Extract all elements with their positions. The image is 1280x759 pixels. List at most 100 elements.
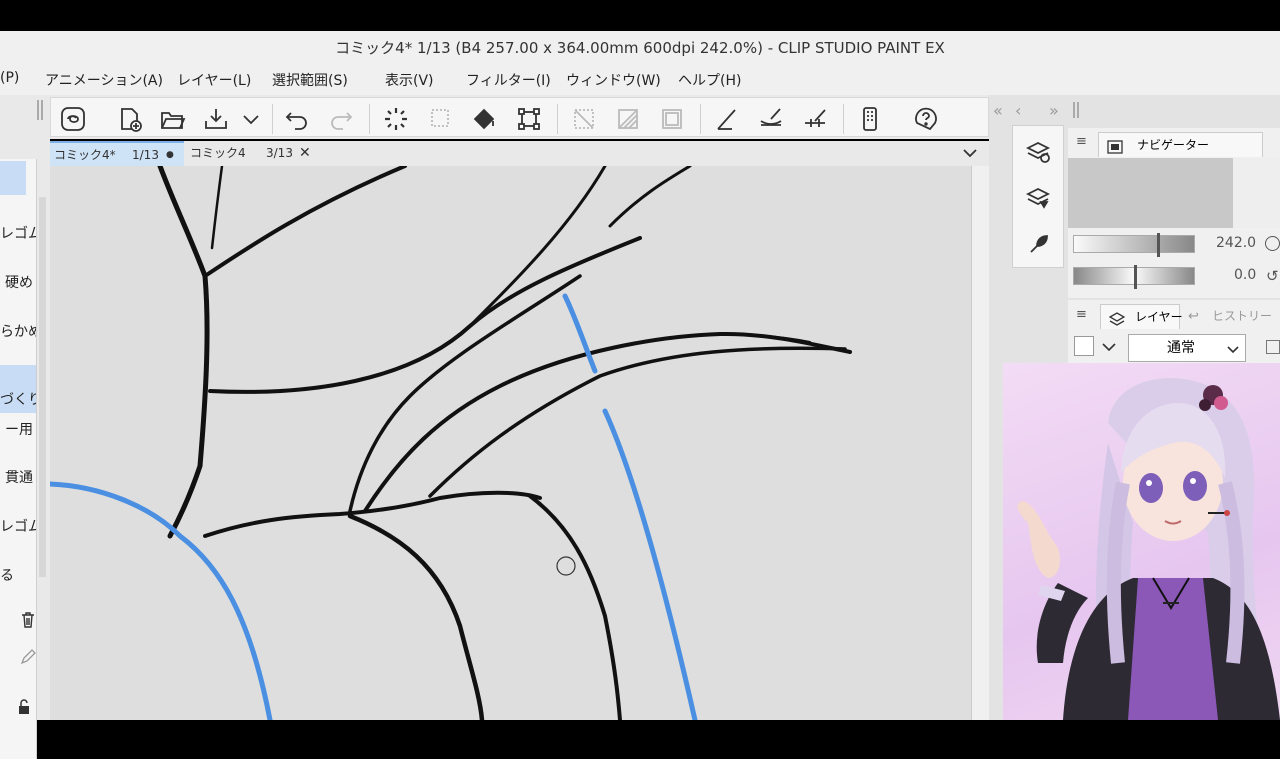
- close-tab-icon[interactable]: ✕: [299, 141, 311, 166]
- fill-icon[interactable]: [471, 105, 499, 133]
- ruler-icon[interactable]: [801, 105, 829, 133]
- frame-icon[interactable]: [658, 105, 686, 133]
- zoom-value[interactable]: 242.0: [1216, 235, 1256, 251]
- unsaved-dot-icon: ●: [166, 150, 174, 160]
- new-file-icon[interactable]: [116, 105, 144, 133]
- menu-item-selection[interactable]: 選択範囲(S): [272, 70, 348, 90]
- menu-item-layer[interactable]: レイヤー(L): [177, 70, 251, 90]
- navigator-icon: [1107, 138, 1123, 154]
- layer-option-icon[interactable]: [1266, 340, 1280, 354]
- zoom-slider[interactable]: [1073, 233, 1195, 257]
- clip-studio-icon[interactable]: [59, 105, 87, 133]
- transform-icon[interactable]: [515, 105, 543, 133]
- loading-icon[interactable]: [382, 105, 410, 133]
- blend-mode-value: 通常: [1167, 340, 1195, 356]
- menu-item-filter[interactable]: フィルター(I): [466, 70, 551, 90]
- canvas-artwork: [50, 166, 852, 720]
- layer-panel: ≡ レイヤー ↩ ヒストリー 通常: [1068, 300, 1280, 370]
- open-folder-icon[interactable]: [158, 105, 186, 133]
- toolbar-separator: [557, 104, 558, 134]
- tab-navigator[interactable]: ナビゲーター: [1098, 132, 1263, 157]
- color-swatch[interactable]: [1074, 336, 1094, 356]
- tab-layer[interactable]: レイヤー: [1100, 304, 1183, 329]
- window-title: コミック4* 1/13 (B4 257.00 x 364.00mm 600dpi…: [0, 31, 1280, 65]
- undo-icon[interactable]: [283, 105, 311, 133]
- zoom-slider-thumb[interactable]: [1156, 233, 1160, 257]
- subtool-panel: レゴム 硬め らかめ づくり ー用 貫通 レゴム る: [0, 139, 50, 759]
- toolbar-separator: [700, 104, 701, 134]
- subtool-item[interactable]: 貫通: [0, 465, 36, 491]
- layer-search-icon[interactable]: [1025, 184, 1053, 212]
- menu-item-help[interactable]: ヘルプ(H): [678, 70, 741, 90]
- rotation-value[interactable]: 0.0: [1234, 267, 1256, 283]
- menu-item-paint[interactable]: (P): [0, 70, 19, 86]
- tab-name: コミック4: [190, 146, 246, 160]
- subtool-item[interactable]: る: [0, 563, 36, 589]
- device-icon[interactable]: [856, 105, 884, 133]
- rotation-slider-thumb[interactable]: [1134, 265, 1137, 289]
- document-tab-bar: コミック4* 1/13 ● コミック4 3/13 ✕: [50, 141, 989, 166]
- expand-panel-icon[interactable]: »: [1049, 101, 1059, 120]
- hatch-icon[interactable]: [614, 105, 642, 133]
- canvas-vertical-scrollbar[interactable]: [971, 166, 989, 720]
- clear-selection-icon[interactable]: [427, 105, 455, 133]
- menu-bar: (P) アニメーション(A) レイヤー(L) 選択範囲(S) 表示(V) フィル…: [0, 65, 1280, 95]
- tab-page: 3/13: [266, 146, 293, 160]
- tab-history[interactable]: ↩ ヒストリー: [1182, 304, 1280, 329]
- lock-icon[interactable]: [16, 699, 32, 715]
- subtool-group-header[interactable]: [0, 161, 26, 195]
- tab-page: 1/13: [132, 148, 159, 162]
- chevron-down-icon[interactable]: [1100, 338, 1118, 356]
- brush-icon[interactable]: [757, 105, 785, 133]
- menu-item-view[interactable]: 表示(V): [385, 70, 434, 90]
- drawing-canvas[interactable]: [50, 166, 971, 720]
- chevron-left-icon[interactable]: ‹: [1015, 101, 1021, 120]
- panel-menu-icon[interactable]: ≡: [1076, 134, 1087, 149]
- subtool-item[interactable]: ー用: [0, 417, 36, 443]
- character-avatar-overlay: [1003, 363, 1280, 720]
- trash-icon[interactable]: [20, 611, 36, 629]
- tab-comic4[interactable]: コミック4 3/13 ✕: [188, 141, 316, 166]
- subtool-item[interactable]: レゴム: [0, 514, 36, 540]
- tab-name: コミック4*: [54, 148, 116, 162]
- zoom-out-icon[interactable]: [1265, 236, 1280, 251]
- layer-command-bar: [1012, 125, 1064, 268]
- navigator-preview[interactable]: [1068, 158, 1280, 228]
- collapse-panel-icon[interactable]: «: [993, 101, 1003, 120]
- tab-list-chevron-down-icon[interactable]: [962, 145, 978, 161]
- navigator-label: ナビゲーター: [1137, 138, 1210, 152]
- subtool-list: レゴム 硬め らかめ づくり ー用 貫通 レゴム る: [0, 159, 37, 759]
- reset-rotation-icon[interactable]: ↺: [1266, 267, 1279, 285]
- pen-icon[interactable]: [20, 649, 36, 665]
- panel-menu-icon[interactable]: ≡: [1076, 307, 1087, 322]
- toolbar-grip[interactable]: [37, 100, 43, 120]
- blend-mode-select[interactable]: 通常: [1128, 334, 1246, 362]
- subtool-item[interactable]: 硬め: [0, 270, 36, 296]
- layer-stack-icon: [1108, 310, 1126, 326]
- subtool-scrollbar[interactable]: [39, 197, 46, 577]
- history-icon: ↩: [1188, 309, 1199, 324]
- layer-property-icon[interactable]: [1025, 138, 1053, 166]
- rotation-slider[interactable]: [1073, 265, 1195, 289]
- material-icon[interactable]: [1025, 230, 1053, 258]
- save-icon[interactable]: [202, 105, 230, 133]
- subtool-item[interactable]: らかめ: [0, 319, 36, 345]
- toolbar-separator: [369, 104, 370, 134]
- toolbar-separator: [843, 104, 844, 134]
- pen-line-icon[interactable]: [713, 105, 741, 133]
- toolbar-separator: [272, 104, 273, 134]
- dropdown-icon[interactable]: [237, 105, 265, 133]
- navigator-panel: ≡ ナビゲーター 242.0 0.0 ↺: [1068, 128, 1280, 298]
- subtool-item-selected[interactable]: づくり: [0, 365, 36, 413]
- menu-item-animation[interactable]: アニメーション(A): [45, 70, 163, 90]
- panel-grip[interactable]: [1073, 102, 1079, 118]
- navigator-thumbnail: [1233, 158, 1280, 228]
- history-tab-label: ヒストリー: [1212, 309, 1273, 323]
- tab-comic4-active[interactable]: コミック4* 1/13 ●: [50, 141, 184, 166]
- ruler-off-icon[interactable]: [570, 105, 598, 133]
- redo-icon[interactable]: [327, 105, 355, 133]
- subtool-item[interactable]: レゴム: [0, 221, 36, 247]
- layer-tab-label: レイヤー: [1135, 310, 1183, 324]
- menu-item-window[interactable]: ウィンドウ(W): [566, 70, 661, 90]
- help-icon[interactable]: [912, 105, 940, 133]
